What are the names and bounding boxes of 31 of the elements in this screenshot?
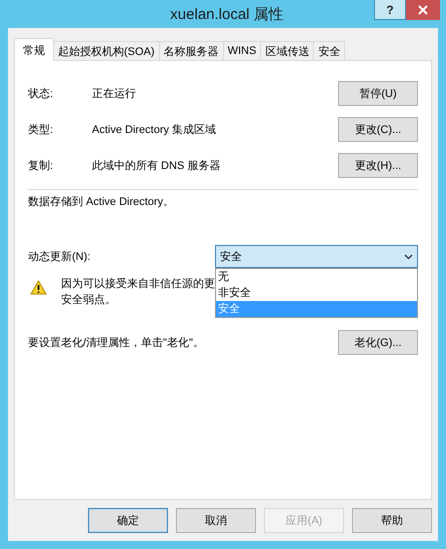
storage-note: 数据存储到 Active Directory。 [28,195,176,209]
close-button[interactable] [406,0,440,20]
help-button[interactable]: ? [374,0,406,20]
dialog-button[interactable]: 取消 [176,508,256,533]
change-button[interactable]: 更改(C)... [338,116,418,142]
warning-icon [30,280,47,295]
dialog-button[interactable]: 帮助 [352,508,432,533]
field-label: 类型: [28,122,54,136]
dialog-button[interactable]: 确定 [88,508,168,533]
close-icon [418,5,428,15]
field-value: Active Directory 集成区域 [92,122,218,136]
field-label: 状态: [28,86,54,100]
change-button[interactable]: 更改(H)... [338,152,418,178]
warning-text: 安全弱点。 [61,292,116,308]
change-button[interactable]: 暂停(U) [338,80,418,106]
chevron-down-icon [404,254,413,260]
field-value: 正在运行 [92,86,137,100]
dynamic-update-dropdown[interactable]: 安全 [215,245,418,268]
dynamic-update-label: 动态更新(N): [28,250,92,264]
aging-hint: 要设置老化/清理属性，单击"老化"。 [28,336,205,350]
field-value: 此域中的所有 DNS 服务器 [92,158,222,172]
warning-text: 因为可以接受来自非信任源的更 [61,276,215,292]
field-label: 复制: [28,158,54,172]
window-title: xuelan.local 属性 [170,4,284,24]
tab[interactable]: 区域传送 [260,41,314,60]
tab[interactable]: 常规 [14,38,54,61]
dropdown-option[interactable]: 非安全 [216,285,417,301]
tab[interactable]: 安全 [313,41,346,60]
aging-button[interactable]: 老化(G)... [338,330,418,355]
dropdown-option[interactable]: 无 [216,269,417,285]
tab[interactable]: 起始授权机构(SOA) [53,41,160,60]
